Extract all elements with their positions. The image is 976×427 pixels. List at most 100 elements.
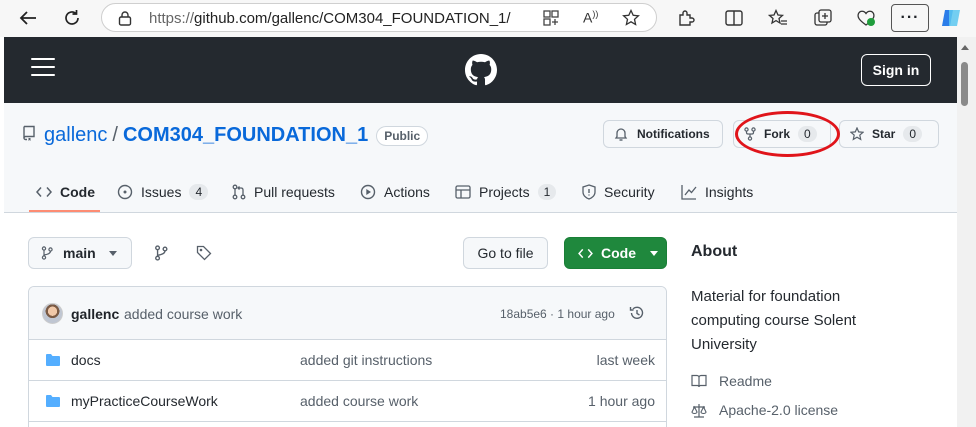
fork-count: 0 xyxy=(798,126,817,142)
repo-title: gallenc / COM304_FOUNDATION_1 Public xyxy=(44,124,429,147)
fork-label: Fork xyxy=(764,127,791,141)
hamburger-menu-icon[interactable] xyxy=(31,58,55,78)
github-page: Sign in gallenc / COM304_FOUNDATION_1 Pu… xyxy=(4,37,957,427)
branch-name: main xyxy=(63,245,96,261)
back-arrow-icon[interactable] xyxy=(15,5,41,31)
table-row[interactable]: myPracticeCourseWork added course work 1… xyxy=(29,381,666,422)
about-panel: About Material for foundation computing … xyxy=(691,243,891,418)
tag-icon[interactable] xyxy=(196,245,212,261)
refresh-icon[interactable] xyxy=(59,5,85,31)
commit-message[interactable]: added course work xyxy=(124,306,242,322)
extensions-icon[interactable] xyxy=(673,5,699,31)
readme-label: Readme xyxy=(719,373,772,389)
github-header: Sign in xyxy=(4,37,957,103)
collections-icon[interactable] xyxy=(810,5,836,31)
read-aloud-icon[interactable]: A)) xyxy=(583,9,598,26)
star-icon xyxy=(850,127,864,141)
tab-issues[interactable]: Issues 4 xyxy=(117,179,209,205)
app-available-icon[interactable] xyxy=(543,10,559,26)
branches-icon[interactable] xyxy=(154,245,168,261)
star-label: Star xyxy=(872,127,896,141)
code-dropdown-button[interactable]: Code xyxy=(564,237,667,269)
repo-owner-link[interactable]: gallenc xyxy=(44,124,107,147)
about-description: Material for foundation computing course… xyxy=(691,288,857,353)
fork-button[interactable]: Fork 0 xyxy=(733,120,831,148)
file-commit-message[interactable]: added git instructions xyxy=(300,352,432,368)
history-icon[interactable] xyxy=(629,305,645,321)
lock-icon[interactable] xyxy=(118,11,132,26)
scroll-up-arrow-icon[interactable] xyxy=(961,45,969,50)
shield-icon xyxy=(582,184,596,200)
tab-actions[interactable]: Actions xyxy=(360,179,430,205)
fork-icon xyxy=(744,127,756,141)
address-bar[interactable]: https://github.com/gallenc/COM304_FOUNDA… xyxy=(101,3,657,32)
commit-author[interactable]: gallenc xyxy=(71,306,119,322)
table-row[interactable]: docs added git instructions last week xyxy=(29,340,666,381)
tab-security-label: Security xyxy=(604,184,655,200)
branch-selector[interactable]: main xyxy=(28,237,132,269)
tab-insights[interactable]: Insights xyxy=(681,179,753,205)
notifications-label: Notifications xyxy=(637,127,710,141)
page-scrollbar[interactable] xyxy=(957,37,976,427)
browser-essentials-icon[interactable] xyxy=(853,5,879,31)
scrollbar-thumb[interactable] xyxy=(961,62,968,106)
favorite-star-icon[interactable] xyxy=(622,9,640,27)
file-age: 1 hour ago xyxy=(588,393,655,409)
avatar[interactable] xyxy=(42,303,63,324)
repo-header: gallenc / COM304_FOUNDATION_1 Public Not… xyxy=(4,103,957,213)
folder-icon xyxy=(46,395,60,407)
latest-commit-row: gallenc added course work 18ab5e6 · 1 ho… xyxy=(29,287,666,340)
law-scale-icon xyxy=(691,403,707,418)
projects-count: 1 xyxy=(537,184,557,200)
file-name[interactable]: myPracticeCourseWork xyxy=(71,393,218,409)
copilot-icon[interactable] xyxy=(938,5,964,31)
commit-meta[interactable]: 18ab5e6 · 1 hour ago xyxy=(500,307,615,321)
license-label: Apache-2.0 license xyxy=(719,402,839,418)
github-logo-icon[interactable] xyxy=(465,54,497,86)
tab-pull-requests[interactable]: Pull requests xyxy=(232,179,335,205)
code-icon xyxy=(578,248,593,258)
tab-security[interactable]: Security xyxy=(582,179,655,205)
branch-icon xyxy=(41,246,53,260)
star-count: 0 xyxy=(903,126,923,142)
split-screen-icon[interactable] xyxy=(721,5,747,31)
tab-actions-label: Actions xyxy=(384,184,430,200)
repo-icon xyxy=(22,125,36,141)
go-to-file-button[interactable]: Go to file xyxy=(463,237,548,269)
tab-projects[interactable]: Projects 1 xyxy=(455,179,557,205)
folder-icon xyxy=(46,354,60,366)
book-icon xyxy=(691,374,707,388)
tab-code[interactable]: Code xyxy=(36,179,95,205)
tab-code-label: Code xyxy=(60,184,95,200)
caret-down-icon xyxy=(650,250,658,256)
settings-more-button[interactable]: ··· xyxy=(891,4,929,32)
tab-pull-requests-label: Pull requests xyxy=(254,184,335,200)
browser-toolbar: https://github.com/gallenc/COM304_FOUNDA… xyxy=(0,0,976,37)
issue-icon xyxy=(117,184,133,200)
pull-request-icon xyxy=(232,184,246,200)
star-button[interactable]: Star 0 xyxy=(839,120,939,148)
license-link[interactable]: Apache-2.0 license xyxy=(691,402,838,418)
play-icon xyxy=(360,184,376,200)
visibility-badge: Public xyxy=(376,125,429,146)
code-button-label: Code xyxy=(601,245,636,261)
notifications-button[interactable]: Notifications xyxy=(603,120,723,148)
repo-name-link[interactable]: COM304_FOUNDATION_1 xyxy=(123,124,368,147)
tab-insights-label: Insights xyxy=(705,184,754,200)
file-list: gallenc added course work 18ab5e6 · 1 ho… xyxy=(28,286,667,427)
bell-icon xyxy=(614,127,628,142)
file-commit-message[interactable]: added course work xyxy=(300,393,418,409)
favorites-icon[interactable] xyxy=(765,5,791,31)
repo-separator: / xyxy=(112,124,118,146)
url-text: https://github.com/gallenc/COM304_FOUNDA… xyxy=(149,10,511,27)
tab-projects-label: Projects xyxy=(479,184,530,200)
table-icon xyxy=(455,185,471,199)
file-name[interactable]: docs xyxy=(71,352,101,368)
about-heading: About xyxy=(691,243,738,260)
graph-icon xyxy=(681,185,697,200)
sign-in-button[interactable]: Sign in xyxy=(861,54,931,86)
readme-link[interactable]: Readme xyxy=(691,373,772,389)
go-to-file-label: Go to file xyxy=(477,245,534,261)
code-icon xyxy=(36,187,52,197)
caret-down-icon xyxy=(108,250,117,256)
